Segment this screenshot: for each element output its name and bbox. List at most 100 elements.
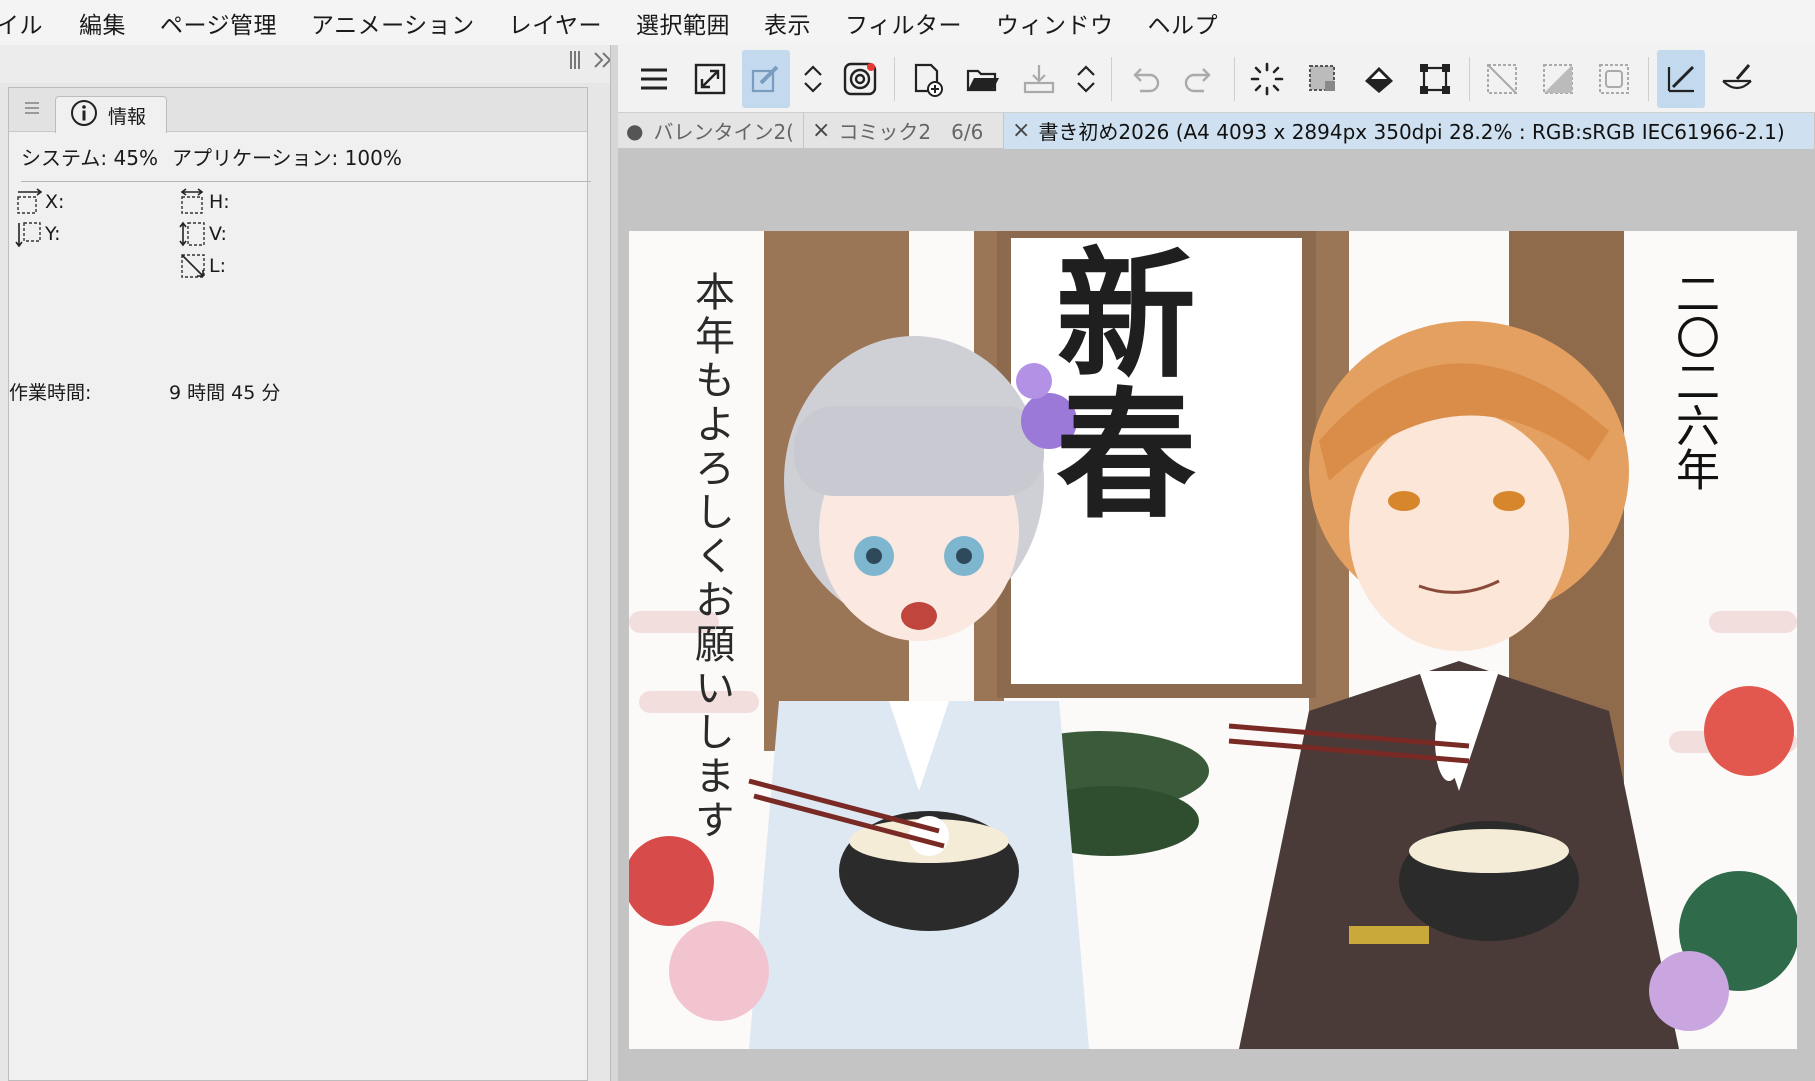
show-selection-icon <box>1599 63 1629 94</box>
menu-window[interactable]: ウィンドウ <box>996 6 1114 40</box>
document-tab-bar: ● バレンタイン2( × コミック2 6/6 × 書き初め2026 (A4 40… <box>618 112 1815 149</box>
panel-menu-icon[interactable] <box>23 100 41 116</box>
show-selection-button[interactable] <box>1590 50 1638 108</box>
progress-button[interactable] <box>1243 50 1291 108</box>
app-usage: アプリケーション: 100% <box>171 146 402 170</box>
stepper-icon <box>804 64 822 93</box>
select-all-icon <box>1309 64 1335 91</box>
diagonal-length-icon <box>179 252 207 280</box>
deselect-icon <box>1487 63 1517 94</box>
new-canvas-icon <box>914 63 943 97</box>
transform-button[interactable] <box>1411 50 1459 108</box>
x-axis-icon <box>15 188 43 216</box>
menu-button[interactable] <box>630 50 678 108</box>
panel-tab-bar: 情報 <box>9 88 587 133</box>
coord-x: X: <box>15 188 64 216</box>
tab-info-label: 情報 <box>108 105 147 128</box>
stepper-button-2[interactable] <box>1071 50 1101 108</box>
left-panel-region: 情報 システム: 45% アプリケーション: 100% X: H: Y: V: … <box>0 45 618 1081</box>
toolbar-separator <box>894 56 895 101</box>
menu-edit[interactable]: 編集 <box>79 6 126 40</box>
memory-usage: システム: 45% アプリケーション: 100% <box>21 142 581 171</box>
panel-header-strip <box>0 45 618 83</box>
menu-animation[interactable]: アニメーション <box>311 6 475 40</box>
fit-to-window-icon <box>694 63 726 94</box>
command-bar <box>618 45 1815 113</box>
doc-tab-kakizome[interactable]: × 書き初め2026 (A4 4093 x 2894px 350dpi 28.2… <box>1004 112 1815 149</box>
panel-grip-icon[interactable] <box>568 49 582 75</box>
doc-tab-label: 書き初め2026 (A4 4093 x 2894px 350dpi 28.2% … <box>1038 120 1785 144</box>
system-usage: システム: 45% <box>21 146 158 170</box>
redo-button[interactable] <box>1176 50 1224 108</box>
invert-selection-icon <box>1543 63 1573 94</box>
deselect-button[interactable] <box>1478 50 1526 108</box>
spiral-icon <box>843 62 877 95</box>
work-time-label: 作業時間: <box>9 382 92 404</box>
stepper-icon <box>1077 64 1095 93</box>
menu-bar: イル 編集 ページ管理 アニメーション レイヤー 選択範囲 表示 フィルター ウ… <box>0 0 1815 45</box>
edit-icon <box>751 65 779 92</box>
menu-view[interactable]: 表示 <box>764 6 811 40</box>
height-icon <box>179 220 207 248</box>
toolbar-separator <box>1234 56 1235 101</box>
coord-h: H: <box>179 188 230 216</box>
close-icon[interactable]: × <box>812 118 830 143</box>
info-panel: 情報 システム: 45% アプリケーション: 100% X: H: Y: V: … <box>8 87 591 1081</box>
stepper-button[interactable] <box>798 50 828 108</box>
y-axis-icon <box>15 220 43 248</box>
pen-icon <box>1667 65 1695 92</box>
modified-dot-icon: ● <box>626 118 644 143</box>
close-icon[interactable]: × <box>1012 118 1030 143</box>
undo-button[interactable] <box>1120 50 1168 108</box>
redo-icon <box>1184 67 1211 92</box>
coord-l: L: <box>179 252 226 280</box>
doc-tab-comic[interactable]: × コミック2 6/6 <box>804 112 1004 149</box>
open-folder-icon <box>966 69 999 91</box>
select-all-button[interactable] <box>1299 50 1347 108</box>
tab-info[interactable]: 情報 <box>55 96 167 133</box>
menu-filter[interactable]: フィルター <box>845 6 962 40</box>
menu-selection[interactable]: 選択範囲 <box>636 6 730 40</box>
canvas-area[interactable]: 本年もよろしくお願いします 新春 二〇二六年 <box>618 149 1815 1081</box>
brush-icon <box>1722 63 1752 89</box>
coord-y: Y: <box>15 220 60 248</box>
menu-layer[interactable]: レイヤー <box>509 6 602 40</box>
width-icon <box>179 188 207 216</box>
fill-bucket-icon <box>1365 66 1393 93</box>
shinshun-calligraphy: 新春 <box>1032 241 1196 521</box>
open-button[interactable] <box>959 50 1007 108</box>
pen-tool-button[interactable] <box>1657 49 1705 108</box>
doc-tab-valentine[interactable]: ● バレンタイン2( <box>618 112 804 149</box>
menu-help[interactable]: ヘルプ <box>1148 6 1219 40</box>
panel-divider[interactable] <box>610 45 618 1081</box>
edit-button[interactable] <box>742 49 790 108</box>
coord-v: V: <box>179 220 227 248</box>
fill-button[interactable] <box>1355 50 1403 108</box>
coordinate-grid: X: H: Y: V: L: <box>15 182 581 282</box>
fit-to-window-button[interactable] <box>686 50 734 108</box>
save-button[interactable] <box>1015 50 1063 108</box>
doc-tab-label: コミック2 6/6 <box>838 120 984 144</box>
loading-icon <box>1250 62 1284 95</box>
menu-page-management[interactable]: ページ管理 <box>160 6 277 40</box>
brush-tool-button[interactable] <box>1713 50 1761 108</box>
info-icon <box>70 99 98 132</box>
save-icon <box>1023 64 1055 93</box>
menu-icon <box>641 68 667 89</box>
illustration-image <box>629 231 1797 1049</box>
info-body: システム: 45% アプリケーション: 100% X: H: Y: V: L: <box>9 132 591 282</box>
doc-tab-label: バレンタイン2( <box>653 120 794 144</box>
spiral-button[interactable] <box>836 50 884 108</box>
artwork-illustration[interactable]: 本年もよろしくお願いします 新春 二〇二六年 <box>629 231 1797 1049</box>
work-time-value: 9 時間 45 分 <box>169 382 281 404</box>
greeting-text: 本年もよろしくお願いします <box>688 271 734 843</box>
transform-icon <box>1420 63 1450 94</box>
toolbar-separator <box>1111 56 1112 101</box>
undo-icon <box>1133 67 1160 92</box>
year-text: 二〇二六年 <box>1668 271 1719 491</box>
menu-file[interactable]: イル <box>0 6 43 40</box>
toolbar-separator <box>1469 56 1470 101</box>
toolbar-separator <box>1648 56 1649 101</box>
new-canvas-button[interactable] <box>903 50 951 108</box>
invert-selection-button[interactable] <box>1534 50 1582 108</box>
